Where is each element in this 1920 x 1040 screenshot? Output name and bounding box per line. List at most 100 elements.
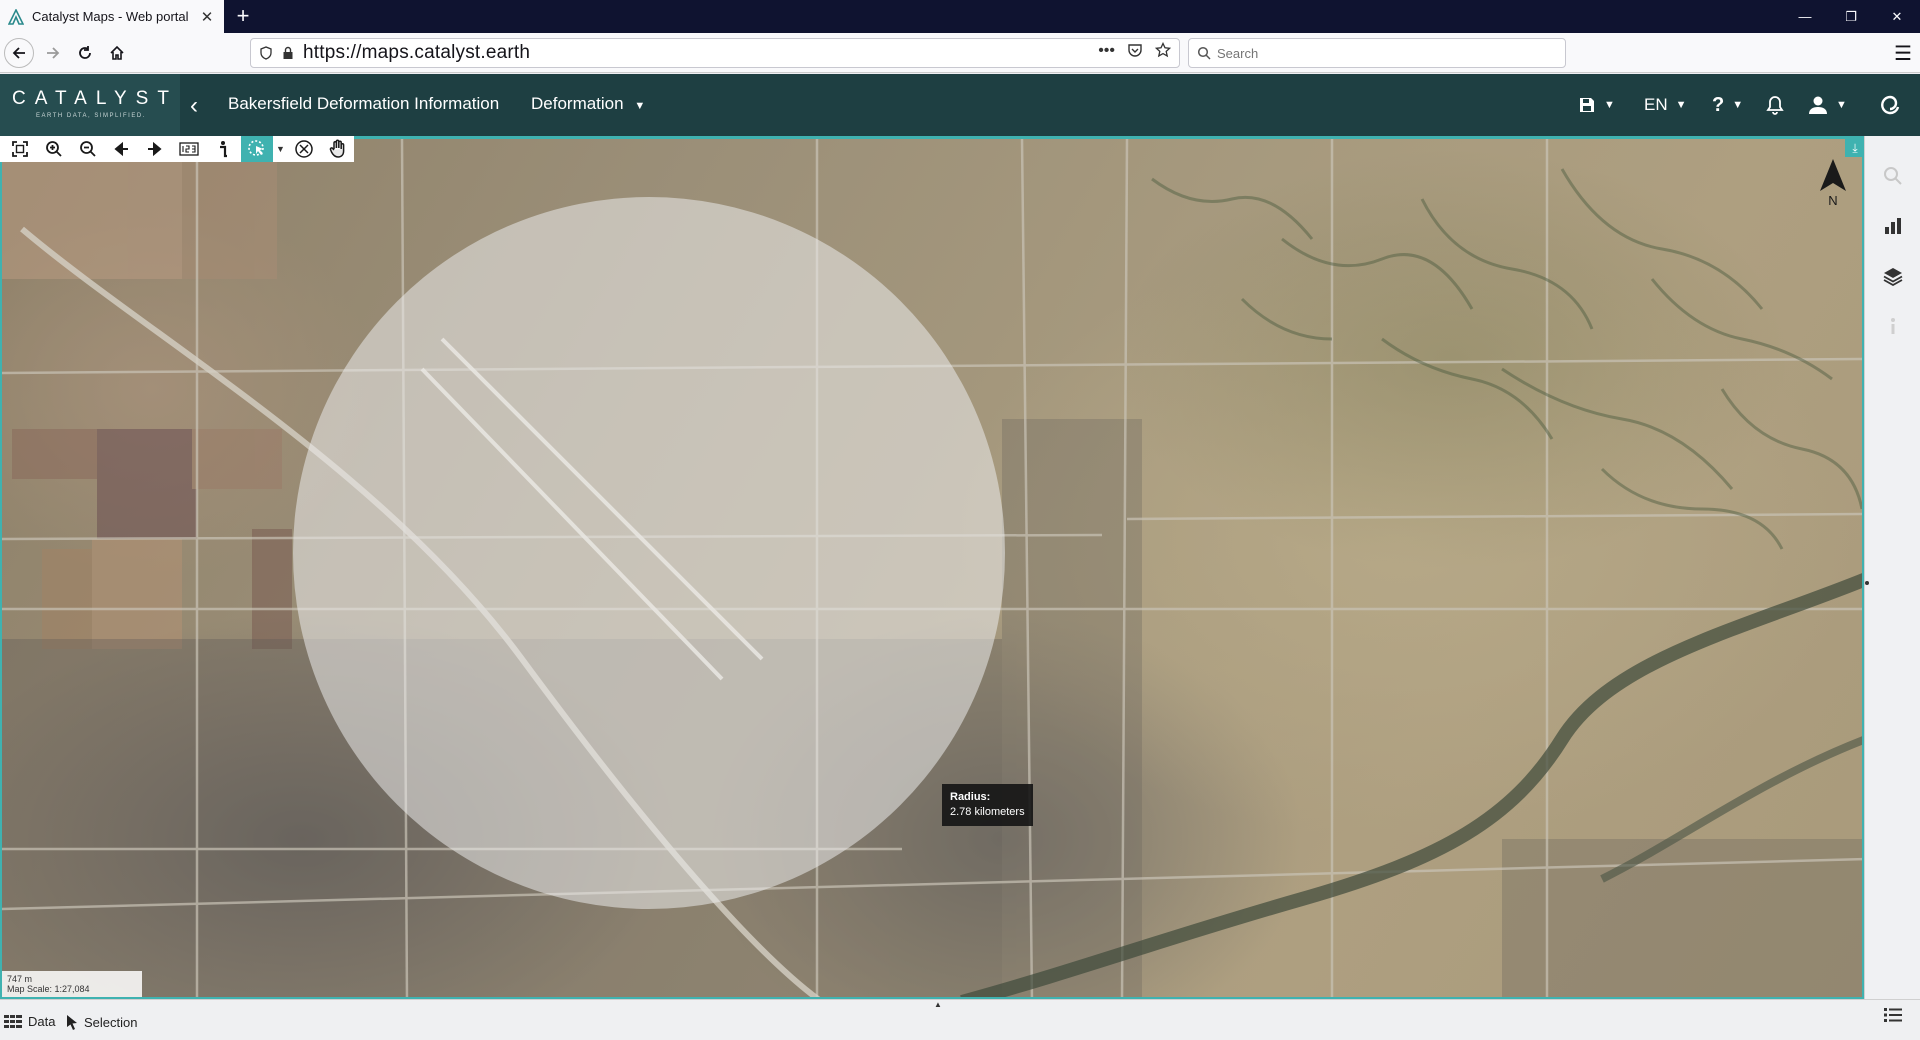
save-icon: [1580, 98, 1594, 112]
data-tab[interactable]: Data: [4, 1014, 55, 1029]
bar-chart-icon: [1885, 218, 1901, 234]
lock-icon: [283, 46, 293, 59]
restore-window-icon[interactable]: ❐: [1828, 0, 1874, 33]
user-icon: [1809, 96, 1827, 114]
app-header: CATALYST EARTH DATA, SIMPLIFIED. ‹ Baker…: [0, 74, 1920, 136]
minimize-window-icon[interactable]: —: [1782, 0, 1828, 33]
catalyst-swirl-icon: [1881, 95, 1900, 115]
search-icon: [1884, 167, 1902, 185]
status-bar: ▲ Data Selection: [0, 999, 1920, 1040]
selection-cursor-icon: [247, 140, 264, 156]
caret-down-icon: ▼: [1604, 99, 1615, 111]
forward-button[interactable]: [38, 38, 68, 68]
browser-search-input[interactable]: [1217, 45, 1517, 61]
search-icon: [1197, 46, 1211, 60]
bell-icon: [1766, 96, 1784, 115]
sidebar-resize-handle[interactable]: [1865, 581, 1869, 585]
reload-icon: [79, 46, 91, 59]
map-scale: 747 m Map Scale: 1:27,084: [2, 971, 142, 997]
browser-tab-bar: Catalyst Maps - Web portal ✕ + — ❐ ✕: [0, 0, 1920, 33]
layer-dropdown-label: Deformation: [531, 94, 624, 113]
reload-button[interactable]: [70, 38, 100, 68]
select-tool-button[interactable]: [240, 136, 273, 162]
zoom-in-icon: [45, 141, 62, 157]
sidebar-search-button[interactable]: [1865, 158, 1920, 194]
sidebar-charts-button[interactable]: [1865, 208, 1920, 244]
zoom-extent-button[interactable]: [4, 136, 36, 162]
map-title: Bakersfield Deformation Information: [228, 94, 500, 113]
info-icon: [219, 141, 227, 158]
arrow-left-icon: [12, 47, 25, 59]
radius-tooltip: Radius: 2.78 kilometers: [942, 784, 1033, 826]
catalyst-favicon-icon: [8, 8, 24, 25]
url-bar[interactable]: https://maps.catalyst.earth •••: [250, 38, 1180, 68]
language-label: EN: [1644, 95, 1668, 114]
identify-button[interactable]: [207, 136, 239, 162]
clear-selection-button[interactable]: [288, 136, 320, 162]
hand-icon: [329, 139, 345, 158]
browser-nav-bar: https://maps.catalyst.earth ••• ☰: [0, 33, 1920, 73]
radius-circle: [293, 197, 1005, 909]
language-menu-button[interactable]: EN ▼: [1644, 88, 1687, 122]
cursor-arrow-icon: [67, 1015, 77, 1030]
app-switcher-button[interactable]: [1878, 88, 1902, 122]
browser-search-bar[interactable]: [1188, 38, 1566, 68]
back-button[interactable]: [4, 38, 34, 68]
caret-down-icon: ▼: [1836, 99, 1847, 111]
caret-down-icon: ▼: [1675, 99, 1687, 111]
close-window-icon[interactable]: ✕: [1874, 0, 1920, 33]
pan-button[interactable]: [322, 136, 354, 162]
catalyst-logo[interactable]: CATALYST EARTH DATA, SIMPLIFIED.: [0, 74, 180, 136]
browser-tab[interactable]: Catalyst Maps - Web portal ✕: [0, 0, 224, 33]
caret-down-icon: ▼: [634, 100, 646, 112]
select-tool-caret-icon[interactable]: ▼: [275, 144, 287, 154]
arrow-right-icon: [148, 141, 162, 157]
coordinates-button[interactable]: [173, 136, 205, 162]
scale-length: 747 m: [7, 974, 33, 984]
home-button[interactable]: [102, 38, 132, 68]
selection-tab[interactable]: Selection: [66, 1014, 137, 1030]
list-icon: [1884, 1008, 1902, 1022]
user-menu-button[interactable]: ▼: [1808, 88, 1847, 122]
next-extent-button[interactable]: [139, 136, 171, 162]
new-tab-button[interactable]: +: [230, 4, 256, 30]
caret-down-icon: ▼: [1732, 99, 1744, 111]
help-menu-button[interactable]: ? ▼: [1712, 88, 1743, 122]
help-icon: ?: [1712, 93, 1725, 116]
full-extent-icon: [12, 141, 28, 157]
bookmark-star-icon[interactable]: [1155, 42, 1171, 58]
sidebar-layers-button[interactable]: [1865, 258, 1920, 294]
right-sidebar: [1864, 136, 1920, 999]
selection-tab-label: Selection: [84, 1014, 138, 1030]
radius-tooltip-title: Radius:: [950, 791, 991, 803]
tab-title: Catalyst Maps - Web portal: [32, 9, 189, 24]
zoom-in-button[interactable]: [38, 136, 70, 162]
layer-dropdown[interactable]: Deformation ▼: [531, 94, 645, 114]
north-arrow-icon: N: [1820, 159, 1846, 207]
previous-extent-button[interactable]: [105, 136, 137, 162]
notifications-button[interactable]: [1766, 88, 1784, 122]
logo-tagline: EARTH DATA, SIMPLIFIED.: [36, 113, 146, 119]
info-icon: [1891, 318, 1895, 334]
radius-tooltip-value: 2.78 kilometers: [950, 806, 1025, 818]
data-tab-label: Data: [28, 1014, 56, 1029]
home-icon: [110, 45, 124, 60]
sidebar-info-button[interactable]: [1865, 308, 1920, 344]
coordinates-icon: [179, 142, 199, 156]
expand-panel-caret-icon[interactable]: ▲: [934, 1000, 942, 1009]
back-chevron-icon[interactable]: ‹: [190, 92, 198, 120]
save-menu-button[interactable]: ▼: [1578, 88, 1615, 122]
map-toolbar: ▼: [0, 136, 354, 162]
layers-icon: [1883, 268, 1903, 286]
browser-menu-icon[interactable]: ☰: [1894, 41, 1912, 66]
zoom-out-icon: [79, 141, 96, 157]
pocket-icon[interactable]: [1127, 42, 1143, 58]
legend-list-button[interactable]: [1884, 1008, 1902, 1022]
download-icon[interactable]: ⤓: [1845, 139, 1862, 157]
page-actions-icon[interactable]: •••: [1098, 42, 1115, 60]
zoom-out-button[interactable]: [72, 136, 104, 162]
arrow-left-icon: [114, 141, 129, 157]
shield-icon: [260, 46, 272, 60]
map-viewport[interactable]: Radius: 2.78 kilometers N ⤓ 747 m Map Sc…: [0, 136, 1864, 999]
tab-close-icon[interactable]: ✕: [198, 8, 216, 26]
